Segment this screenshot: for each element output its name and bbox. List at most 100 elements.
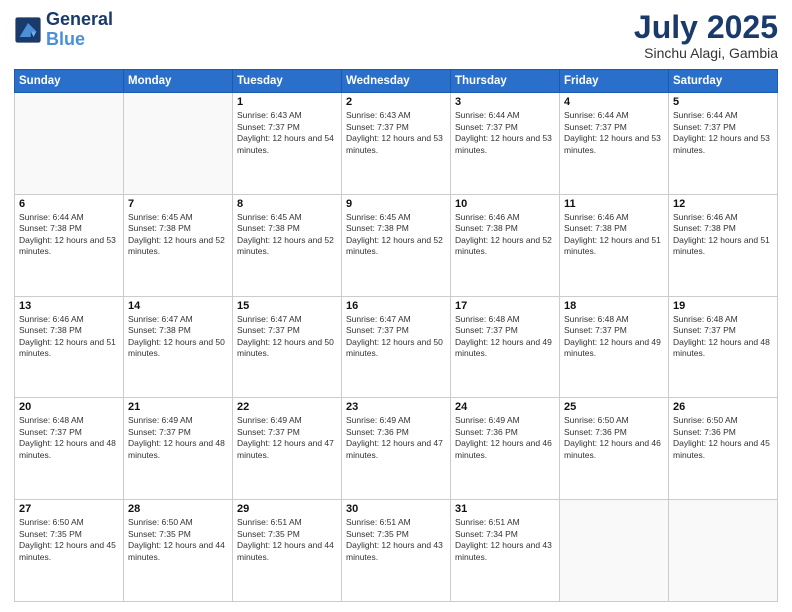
day-number: 10 bbox=[455, 198, 555, 210]
day-number: 7 bbox=[128, 198, 228, 210]
day-info: Sunrise: 6:44 AM Sunset: 7:37 PM Dayligh… bbox=[455, 110, 555, 156]
day-number: 15 bbox=[237, 300, 337, 312]
day-number: 8 bbox=[237, 198, 337, 210]
calendar-cell: 30 Sunrise: 6:51 AM Sunset: 7:35 PM Dayli… bbox=[342, 500, 451, 602]
day-info: Sunrise: 6:45 AM Sunset: 7:38 PM Dayligh… bbox=[237, 212, 337, 258]
day-number: 24 bbox=[455, 401, 555, 413]
day-info: Sunrise: 6:47 AM Sunset: 7:37 PM Dayligh… bbox=[237, 314, 337, 360]
calendar-cell: 3 Sunrise: 6:44 AM Sunset: 7:37 PM Daylig… bbox=[451, 93, 560, 195]
header: General Blue July 2025 Sinchu Alagi, Gam… bbox=[14, 10, 778, 61]
calendar-week-row: 1 Sunrise: 6:43 AM Sunset: 7:37 PM Daylig… bbox=[15, 93, 778, 195]
calendar-cell: 9Sunrise: 6:45 AM Sunset: 7:38 PM Daylig… bbox=[342, 194, 451, 296]
day-info: Sunrise: 6:50 AM Sunset: 7:36 PM Dayligh… bbox=[564, 415, 664, 461]
day-number: 25 bbox=[564, 401, 664, 413]
logo-icon bbox=[14, 16, 42, 44]
day-number: 20 bbox=[19, 401, 119, 413]
day-number: 26 bbox=[673, 401, 773, 413]
day-number: 19 bbox=[673, 300, 773, 312]
day-number: 2 bbox=[346, 96, 446, 108]
day-info: Sunrise: 6:48 AM Sunset: 7:37 PM Dayligh… bbox=[19, 415, 119, 461]
calendar-cell: 15 Sunrise: 6:47 AM Sunset: 7:37 PM Dayli… bbox=[233, 296, 342, 398]
calendar-cell bbox=[124, 93, 233, 195]
calendar-cell: 20 Sunrise: 6:48 AM Sunset: 7:37 PM Dayli… bbox=[15, 398, 124, 500]
day-number: 23 bbox=[346, 401, 446, 413]
calendar-week-row: 20 Sunrise: 6:48 AM Sunset: 7:37 PM Dayli… bbox=[15, 398, 778, 500]
day-number: 13 bbox=[19, 300, 119, 312]
day-number: 9 bbox=[346, 198, 446, 210]
calendar-cell: 5 Sunrise: 6:44 AM Sunset: 7:37 PM Daylig… bbox=[669, 93, 778, 195]
page: General Blue July 2025 Sinchu Alagi, Gam… bbox=[0, 0, 792, 612]
month-title: July 2025 bbox=[634, 10, 778, 45]
day-number: 1 bbox=[237, 96, 337, 108]
day-info: Sunrise: 6:43 AM Sunset: 7:37 PM Dayligh… bbox=[346, 110, 446, 156]
day-info: Sunrise: 6:44 AM Sunset: 7:37 PM Dayligh… bbox=[564, 110, 664, 156]
day-info: Sunrise: 6:51 AM Sunset: 7:35 PM Dayligh… bbox=[346, 517, 446, 563]
calendar-cell: 27 Sunrise: 6:50 AM Sunset: 7:35 PM Dayli… bbox=[15, 500, 124, 602]
day-info: Sunrise: 6:48 AM Sunset: 7:37 PM Dayligh… bbox=[564, 314, 664, 360]
day-info: Sunrise: 6:47 AM Sunset: 7:37 PM Dayligh… bbox=[346, 314, 446, 360]
day-info: Sunrise: 6:51 AM Sunset: 7:34 PM Dayligh… bbox=[455, 517, 555, 563]
calendar-cell: 31 Sunrise: 6:51 AM Sunset: 7:34 PM Dayli… bbox=[451, 500, 560, 602]
calendar-header-row: SundayMondayTuesdayWednesdayThursdayFrid… bbox=[15, 70, 778, 93]
day-number: 28 bbox=[128, 503, 228, 515]
calendar-cell: 24 Sunrise: 6:49 AM Sunset: 7:36 PM Dayli… bbox=[451, 398, 560, 500]
calendar-day-header: Sunday bbox=[15, 70, 124, 93]
day-info: Sunrise: 6:48 AM Sunset: 7:37 PM Dayligh… bbox=[455, 314, 555, 360]
day-number: 3 bbox=[455, 96, 555, 108]
calendar-cell: 10 Sunrise: 6:46 AM Sunset: 7:38 PM Dayli… bbox=[451, 194, 560, 296]
day-number: 6 bbox=[19, 198, 119, 210]
calendar-day-header: Saturday bbox=[669, 70, 778, 93]
day-number: 18 bbox=[564, 300, 664, 312]
day-info: Sunrise: 6:46 AM Sunset: 7:38 PM Dayligh… bbox=[455, 212, 555, 258]
day-info: Sunrise: 6:48 AM Sunset: 7:37 PM Dayligh… bbox=[673, 314, 773, 360]
calendar-day-header: Thursday bbox=[451, 70, 560, 93]
calendar-week-row: 6Sunrise: 6:44 AM Sunset: 7:38 PM Daylig… bbox=[15, 194, 778, 296]
calendar-cell: 6Sunrise: 6:44 AM Sunset: 7:38 PM Daylig… bbox=[15, 194, 124, 296]
day-info: Sunrise: 6:49 AM Sunset: 7:36 PM Dayligh… bbox=[346, 415, 446, 461]
day-number: 12 bbox=[673, 198, 773, 210]
day-number: 30 bbox=[346, 503, 446, 515]
day-info: Sunrise: 6:45 AM Sunset: 7:38 PM Dayligh… bbox=[128, 212, 228, 258]
calendar-table: SundayMondayTuesdayWednesdayThursdayFrid… bbox=[14, 69, 778, 602]
day-number: 22 bbox=[237, 401, 337, 413]
calendar-cell: 4 Sunrise: 6:44 AM Sunset: 7:37 PM Daylig… bbox=[560, 93, 669, 195]
calendar-cell: 22Sunrise: 6:49 AM Sunset: 7:37 PM Dayli… bbox=[233, 398, 342, 500]
day-number: 29 bbox=[237, 503, 337, 515]
calendar-cell: 8 Sunrise: 6:45 AM Sunset: 7:38 PM Daylig… bbox=[233, 194, 342, 296]
day-number: 17 bbox=[455, 300, 555, 312]
calendar-cell: 1Sunrise: 6:43 AM Sunset: 7:37 PM Daylig… bbox=[233, 93, 342, 195]
day-number: 27 bbox=[19, 503, 119, 515]
day-number: 5 bbox=[673, 96, 773, 108]
day-info: Sunrise: 6:50 AM Sunset: 7:36 PM Dayligh… bbox=[673, 415, 773, 461]
calendar-cell: 18 Sunrise: 6:48 AM Sunset: 7:37 PM Dayli… bbox=[560, 296, 669, 398]
calendar-week-row: 13 Sunrise: 6:46 AM Sunset: 7:38 PM Dayli… bbox=[15, 296, 778, 398]
calendar-cell: 17 Sunrise: 6:48 AM Sunset: 7:37 PM Dayli… bbox=[451, 296, 560, 398]
day-info: Sunrise: 6:49 AM Sunset: 7:37 PM Dayligh… bbox=[128, 415, 228, 461]
day-info: Sunrise: 6:46 AM Sunset: 7:38 PM Dayligh… bbox=[19, 314, 119, 360]
day-info: Sunrise: 6:46 AM Sunset: 7:38 PM Dayligh… bbox=[564, 212, 664, 258]
calendar-cell: 19 Sunrise: 6:48 AM Sunset: 7:37 PM Dayli… bbox=[669, 296, 778, 398]
day-number: 14 bbox=[128, 300, 228, 312]
calendar-cell: 28 Sunrise: 6:50 AM Sunset: 7:35 PM Dayli… bbox=[124, 500, 233, 602]
day-number: 11 bbox=[564, 198, 664, 210]
day-info: Sunrise: 6:47 AM Sunset: 7:38 PM Dayligh… bbox=[128, 314, 228, 360]
logo-text: General Blue bbox=[46, 10, 113, 50]
calendar-cell: 2 Sunrise: 6:43 AM Sunset: 7:37 PM Daylig… bbox=[342, 93, 451, 195]
day-info: Sunrise: 6:50 AM Sunset: 7:35 PM Dayligh… bbox=[128, 517, 228, 563]
calendar-cell bbox=[15, 93, 124, 195]
calendar-cell: 26 Sunrise: 6:50 AM Sunset: 7:36 PM Dayli… bbox=[669, 398, 778, 500]
calendar-cell: 12Sunrise: 6:46 AM Sunset: 7:38 PM Dayli… bbox=[669, 194, 778, 296]
calendar-cell: 21Sunrise: 6:49 AM Sunset: 7:37 PM Dayli… bbox=[124, 398, 233, 500]
calendar-cell: 23 Sunrise: 6:49 AM Sunset: 7:36 PM Dayli… bbox=[342, 398, 451, 500]
location-title: Sinchu Alagi, Gambia bbox=[634, 45, 778, 61]
day-number: 4 bbox=[564, 96, 664, 108]
calendar-day-header: Monday bbox=[124, 70, 233, 93]
calendar-cell: 14 Sunrise: 6:47 AM Sunset: 7:38 PM Dayli… bbox=[124, 296, 233, 398]
day-info: Sunrise: 6:44 AM Sunset: 7:37 PM Dayligh… bbox=[673, 110, 773, 156]
calendar-cell: 16Sunrise: 6:47 AM Sunset: 7:37 PM Dayli… bbox=[342, 296, 451, 398]
calendar-day-header: Wednesday bbox=[342, 70, 451, 93]
day-number: 31 bbox=[455, 503, 555, 515]
day-info: Sunrise: 6:50 AM Sunset: 7:35 PM Dayligh… bbox=[19, 517, 119, 563]
day-info: Sunrise: 6:49 AM Sunset: 7:36 PM Dayligh… bbox=[455, 415, 555, 461]
logo-line2: Blue bbox=[46, 30, 113, 50]
